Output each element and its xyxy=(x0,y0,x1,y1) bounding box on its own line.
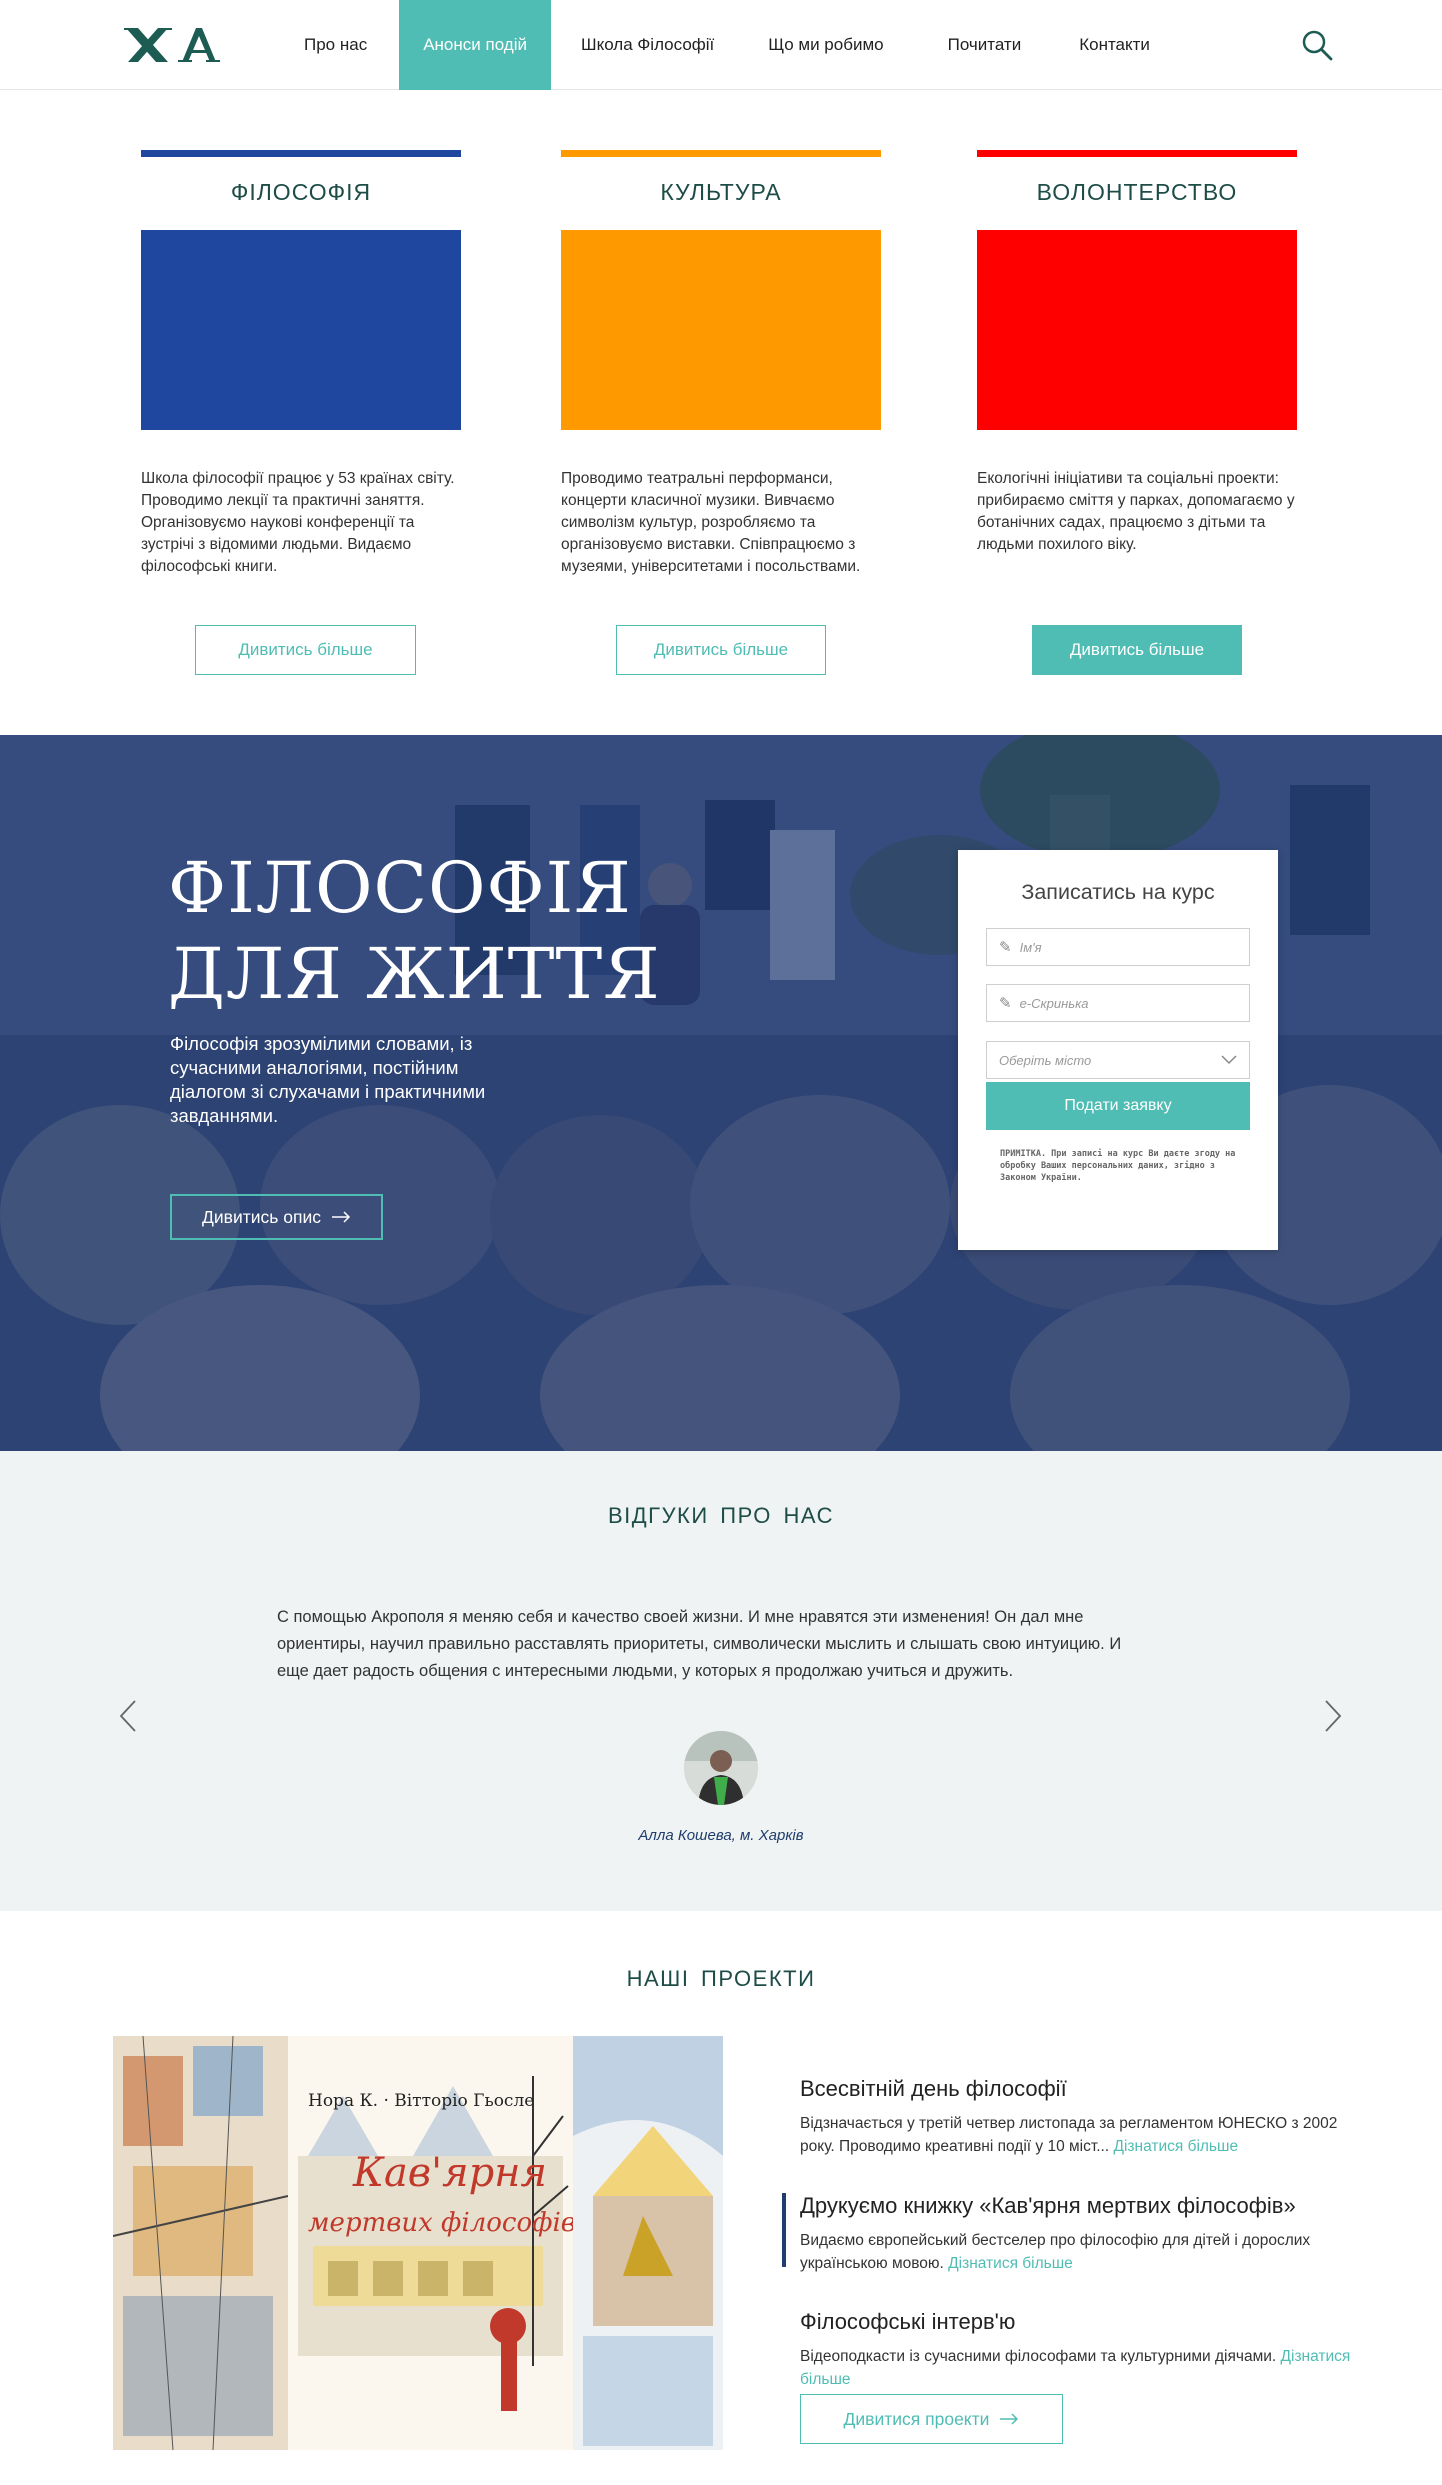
nav-item-events[interactable]: Анонси подій xyxy=(399,0,551,90)
see-description-label: Дивитись опис xyxy=(202,1206,321,1227)
hero-title-line: ДЛЯ ЖИТТЯ xyxy=(168,933,661,1015)
review-author: Алла Кошева, м. Харків xyxy=(638,1827,804,1844)
see-description-button[interactable]: Дивитись опис xyxy=(170,1194,383,1240)
site-header: Про нас Анонси подій Школа Філософії Що … xyxy=(0,0,1442,90)
category-title: ВОЛОНТЕРСТВО xyxy=(1036,179,1238,205)
category-description: Проводимо театральні перформанси, концер… xyxy=(561,470,861,575)
name-field[interactable]: ✎ Ім'я xyxy=(986,928,1250,966)
review-quote: С помощью Акрополя я меняю себя и качест… xyxy=(277,1608,1122,1680)
logo-icon[interactable] xyxy=(124,24,220,66)
project-description-text: Відеоподкасти із сучасними філософами та… xyxy=(800,2348,1277,2365)
nav-item-what-we-do[interactable]: Що ми робимо xyxy=(744,0,907,90)
signup-form: Записатись на курс ✎ Ім'я ✎ е-Скринька О… xyxy=(958,850,1278,1250)
chevron-right-icon[interactable] xyxy=(1322,1699,1344,1733)
name-placeholder: Ім'я xyxy=(1019,939,1042,955)
category-accent-bar xyxy=(561,150,881,157)
project-title: Філософські інтерв'ю xyxy=(800,2309,1016,2334)
main-nav: Про нас Анонси подій Школа Філософії Що … xyxy=(280,0,1174,90)
reviews-heading: ВІДГУКИ ПРО НАС xyxy=(607,1503,834,1528)
search-icon[interactable] xyxy=(1300,28,1334,62)
city-placeholder: Оберіть місто xyxy=(999,1052,1092,1068)
nav-item-contacts[interactable]: Контакти xyxy=(1055,0,1174,90)
category-accent-bar xyxy=(977,150,1297,157)
book-title-line: мертвих філософів xyxy=(308,2208,576,2238)
category-accent-bar xyxy=(141,150,461,157)
category-title: ФІЛОСОФІЯ xyxy=(230,179,372,205)
project-title: Всесвітній день філософії xyxy=(800,2076,1067,2101)
project-title: Друкуємо книжку «Кав'ярня мертвих філосо… xyxy=(800,2193,1296,2218)
project-item[interactable]: Філософські інтерв'ю Відеоподкасти із су… xyxy=(800,2309,1370,2391)
category-card-culture: КУЛЬТУРА Проводимо театральні перформанс… xyxy=(561,150,881,675)
see-more-button[interactable]: Дивитись більше xyxy=(195,625,416,675)
book-title-line: Кав'ярня xyxy=(352,2150,547,2196)
project-description-text: Відзначається у третій четвер листопада … xyxy=(800,2115,1338,2155)
avatar xyxy=(684,1731,758,1805)
book-cover-image: Нора К. · Вітторіо Гьосле Кав'ярня мертв… xyxy=(113,2036,723,2450)
category-description: Екологічні ініціативи та соціальні проек… xyxy=(977,470,1295,553)
view-projects-label: Дивитися проекти xyxy=(843,2408,990,2429)
learn-more-link[interactable]: Дізнатися більше xyxy=(948,2255,1073,2272)
book-authors: Нора К. · Вітторіо Гьосле xyxy=(308,2091,534,2111)
chevron-down-icon xyxy=(1221,1055,1237,1065)
email-field[interactable]: ✎ е-Скринька xyxy=(986,984,1250,1022)
chevron-left-icon[interactable] xyxy=(117,1699,139,1733)
hero-title: ФІЛОСОФІЯ ДЛЯ ЖИТТЯ xyxy=(168,845,661,1017)
form-note: ПРИМІТКА. При записі на курс Ви даєте зг… xyxy=(1000,1149,1236,1183)
see-more-button[interactable]: Дивитись більше xyxy=(616,625,826,675)
project-item[interactable]: Всесвітній день філософії Відзначається … xyxy=(800,2076,1370,2158)
view-projects-button[interactable]: Дивитися проекти xyxy=(800,2394,1063,2444)
form-title: Записатись на курс xyxy=(1021,880,1215,904)
hero-subtitle: Філософія зрозумілими словами, із сучасн… xyxy=(170,1033,486,1126)
category-image xyxy=(141,230,461,430)
pencil-icon: ✎ xyxy=(999,995,1012,1012)
project-description: Відзначається у третій четвер листопада … xyxy=(800,2112,1370,2158)
category-image xyxy=(561,230,881,430)
hero-title-line: ФІЛОСОФІЯ xyxy=(168,847,632,929)
category-description: Школа філософії працює у 53 країнах світ… xyxy=(141,470,455,575)
arrow-right-icon xyxy=(1000,2413,1019,2425)
hero-section: ФІЛОСОФІЯ ДЛЯ ЖИТТЯ Філософія зрозумілим… xyxy=(0,735,1442,1451)
see-more-button[interactable]: Дивитись більше xyxy=(1032,625,1242,675)
project-item-active[interactable]: Друкуємо книжку «Кав'ярня мертвих філосо… xyxy=(782,2193,1370,2275)
nav-item-school[interactable]: Школа Філософії xyxy=(557,0,738,90)
projects-heading: НАШІ ПРОЕКТИ xyxy=(626,1966,816,1991)
submit-button[interactable]: Подати заявку xyxy=(986,1082,1250,1130)
learn-more-link[interactable]: Дізнатися більше xyxy=(1113,2138,1238,2155)
pencil-icon: ✎ xyxy=(999,939,1012,956)
category-title: КУЛЬТУРА xyxy=(660,179,782,205)
nav-item-read[interactable]: Почитати xyxy=(924,0,1046,90)
email-placeholder: е-Скринька xyxy=(1019,995,1089,1011)
project-description: Видаємо європейський бестселер про філос… xyxy=(800,2229,1370,2275)
category-card-volunteering: ВОЛОНТЕРСТВО Екологічні ініціативи та со… xyxy=(977,150,1297,675)
city-select[interactable]: Оберіть місто xyxy=(986,1041,1250,1079)
category-image xyxy=(977,230,1297,430)
project-description: Відеоподкасти із сучасними філософами та… xyxy=(800,2345,1370,2391)
nav-item-about[interactable]: Про нас xyxy=(280,0,391,90)
category-card-philosophy: ФІЛОСОФІЯ Школа філософії працює у 53 кр… xyxy=(141,150,461,675)
reviews-section: ВІДГУКИ ПРО НАС С помощью Акрополя я мен… xyxy=(0,1451,1442,1911)
arrow-right-icon xyxy=(331,1211,351,1223)
